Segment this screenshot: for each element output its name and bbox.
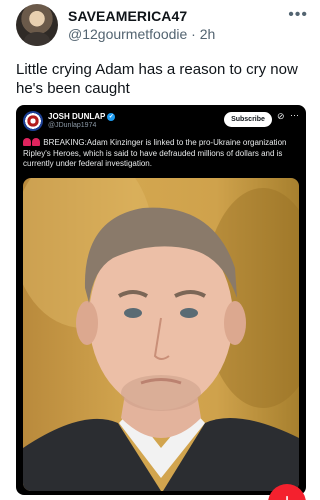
grok-icon[interactable]: ⊘	[277, 111, 285, 122]
portrait-illustration	[23, 178, 299, 491]
embedded-text-body: BREAKING:Adam Kinzinger is linked to the…	[23, 138, 287, 168]
subscribe-button[interactable]: Subscribe	[224, 112, 272, 127]
embedded-more-icon[interactable]: ⋯	[290, 110, 299, 121]
author-handle-time: @12gourmetfoodie · 2h	[68, 26, 216, 42]
avatar[interactable]	[16, 4, 58, 46]
verified-badge-icon: ✓	[107, 112, 116, 121]
author-name[interactable]: SAVEAMERICA47	[68, 8, 187, 24]
siren-icon	[32, 138, 40, 146]
embedded-post-card[interactable]: JOSH DUNLAP ✓ @JDunlap1974 Subscribe ⊘ ⋯ …	[16, 105, 306, 495]
post-image[interactable]	[23, 178, 299, 491]
post-text: Little crying Adam has a reason to cry n…	[16, 61, 298, 97]
embedded-text: BREAKING:Adam Kinzinger is linked to the…	[23, 138, 299, 170]
embedded-author-name-text: JOSH DUNLAP	[48, 112, 106, 121]
more-options-icon[interactable]: •••	[288, 6, 308, 24]
embedded-handle: @JDunlap1974	[48, 122, 97, 129]
siren-icon	[23, 138, 31, 146]
embedded-author-name[interactable]: JOSH DUNLAP ✓	[48, 112, 116, 121]
post-header: SAVEAMERICA47 @12gourmetfoodie · 2h •••	[16, 4, 312, 48]
embedded-avatar[interactable]	[23, 111, 43, 131]
